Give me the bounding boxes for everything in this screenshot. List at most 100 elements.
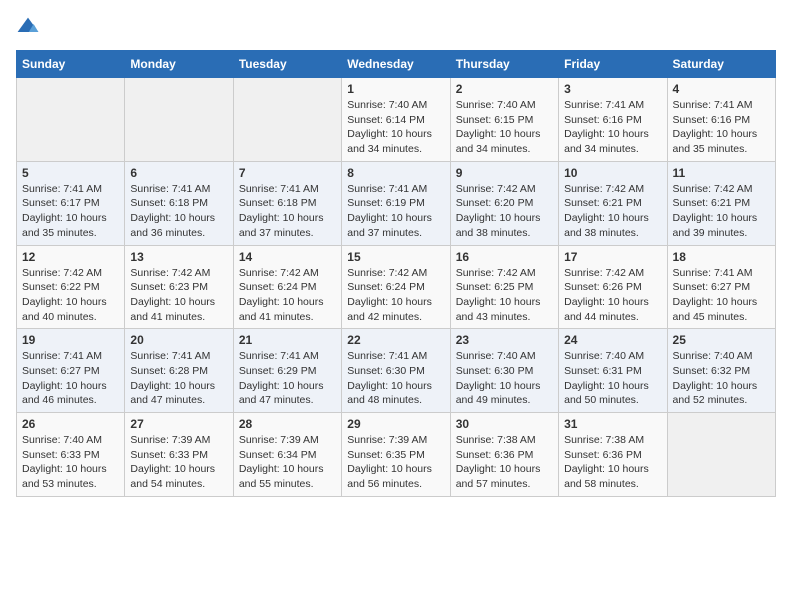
day-number: 3 — [564, 82, 661, 96]
day-info: Sunrise: 7:39 AM Sunset: 6:34 PM Dayligh… — [239, 433, 336, 492]
day-cell: 16Sunrise: 7:42 AM Sunset: 6:25 PM Dayli… — [450, 245, 558, 329]
day-cell: 1 Sunrise: 7:40 AM Sunset: 6:14 PM Daylig… — [342, 78, 450, 162]
day-info: Sunrise: 7:40 AM Sunset: 6:15 PM Dayligh… — [456, 98, 553, 157]
header-row: SundayMondayTuesdayWednesdayThursdayFrid… — [17, 51, 776, 78]
day-info: Sunrise: 7:41 AM Sunset: 6:18 PM Dayligh… — [239, 182, 336, 241]
day-info: Sunrise: 7:42 AM Sunset: 6:24 PM Dayligh… — [239, 266, 336, 325]
day-number: 12 — [22, 250, 119, 264]
day-number: 5 — [22, 166, 119, 180]
day-info: Sunrise: 7:42 AM Sunset: 6:26 PM Dayligh… — [564, 266, 661, 325]
col-header-thursday: Thursday — [450, 51, 558, 78]
day-cell: 13 Sunrise: 7:42 AM Sunset: 6:23 PM Dayli… — [125, 245, 233, 329]
week-row-1: 1 Sunrise: 7:40 AM Sunset: 6:14 PM Daylig… — [17, 78, 776, 162]
week-row-2: 5 Sunrise: 7:41 AM Sunset: 6:17 PM Daylig… — [17, 161, 776, 245]
day-cell: 10 Sunrise: 7:42 AM Sunset: 6:21 PM Dayli… — [559, 161, 667, 245]
day-info: Sunrise: 7:41 AM Sunset: 6:27 PM Dayligh… — [22, 349, 119, 408]
day-cell: 3 Sunrise: 7:41 AM Sunset: 6:16 PM Daylig… — [559, 78, 667, 162]
day-info: Sunrise: 7:41 AM Sunset: 6:19 PM Dayligh… — [347, 182, 444, 241]
day-number: 8 — [347, 166, 444, 180]
day-number: 14 — [239, 250, 336, 264]
day-number: 4 — [673, 82, 770, 96]
day-info: Sunrise: 7:40 AM Sunset: 6:32 PM Dayligh… — [673, 349, 770, 408]
day-number: 25 — [673, 333, 770, 347]
day-info: Sunrise: 7:42 AM Sunset: 6:21 PM Dayligh… — [564, 182, 661, 241]
week-row-4: 19 Sunrise: 7:41 AM Sunset: 6:27 PM Dayli… — [17, 329, 776, 413]
day-info: Sunrise: 7:42 AM Sunset: 6:23 PM Dayligh… — [130, 266, 227, 325]
day-info: Sunrise: 7:41 AM Sunset: 6:16 PM Dayligh… — [673, 98, 770, 157]
day-info: Sunrise: 7:40 AM Sunset: 6:31 PM Dayligh… — [564, 349, 661, 408]
day-info: Sunrise: 7:39 AM Sunset: 6:33 PM Dayligh… — [130, 433, 227, 492]
day-info: Sunrise: 7:41 AM Sunset: 6:29 PM Dayligh… — [239, 349, 336, 408]
day-cell: 31Sunrise: 7:38 AM Sunset: 6:36 PM Dayli… — [559, 413, 667, 497]
day-number: 31 — [564, 417, 661, 431]
day-cell: 6Sunrise: 7:41 AM Sunset: 6:18 PM Daylig… — [125, 161, 233, 245]
week-row-5: 26 Sunrise: 7:40 AM Sunset: 6:33 PM Dayli… — [17, 413, 776, 497]
col-header-saturday: Saturday — [667, 51, 775, 78]
day-number: 26 — [22, 417, 119, 431]
day-cell: 18Sunrise: 7:41 AM Sunset: 6:27 PM Dayli… — [667, 245, 775, 329]
day-info: Sunrise: 7:40 AM Sunset: 6:14 PM Dayligh… — [347, 98, 444, 157]
day-number: 27 — [130, 417, 227, 431]
day-cell: 8 Sunrise: 7:41 AM Sunset: 6:19 PM Daylig… — [342, 161, 450, 245]
day-cell: 11 Sunrise: 7:42 AM Sunset: 6:21 PM Dayli… — [667, 161, 775, 245]
day-cell: 14 Sunrise: 7:42 AM Sunset: 6:24 PM Dayli… — [233, 245, 341, 329]
day-number: 1 — [347, 82, 444, 96]
day-number: 28 — [239, 417, 336, 431]
day-number: 7 — [239, 166, 336, 180]
week-row-3: 12 Sunrise: 7:42 AM Sunset: 6:22 PM Dayli… — [17, 245, 776, 329]
day-number: 2 — [456, 82, 553, 96]
day-cell: 19 Sunrise: 7:41 AM Sunset: 6:27 PM Dayli… — [17, 329, 125, 413]
col-header-tuesday: Tuesday — [233, 51, 341, 78]
col-header-monday: Monday — [125, 51, 233, 78]
day-info: Sunrise: 7:41 AM Sunset: 6:17 PM Dayligh… — [22, 182, 119, 241]
day-cell: 26 Sunrise: 7:40 AM Sunset: 6:33 PM Dayli… — [17, 413, 125, 497]
day-number: 30 — [456, 417, 553, 431]
day-number: 13 — [130, 250, 227, 264]
day-cell — [667, 413, 775, 497]
day-cell: 15Sunrise: 7:42 AM Sunset: 6:24 PM Dayli… — [342, 245, 450, 329]
day-cell: 29Sunrise: 7:39 AM Sunset: 6:35 PM Dayli… — [342, 413, 450, 497]
day-cell — [17, 78, 125, 162]
day-info: Sunrise: 7:41 AM Sunset: 6:18 PM Dayligh… — [130, 182, 227, 241]
day-number: 22 — [347, 333, 444, 347]
day-info: Sunrise: 7:40 AM Sunset: 6:30 PM Dayligh… — [456, 349, 553, 408]
day-number: 11 — [673, 166, 770, 180]
col-header-wednesday: Wednesday — [342, 51, 450, 78]
day-number: 10 — [564, 166, 661, 180]
logo — [16, 16, 44, 40]
day-info: Sunrise: 7:42 AM Sunset: 6:20 PM Dayligh… — [456, 182, 553, 241]
day-cell: 5 Sunrise: 7:41 AM Sunset: 6:17 PM Daylig… — [17, 161, 125, 245]
day-number: 24 — [564, 333, 661, 347]
day-cell — [125, 78, 233, 162]
day-cell — [233, 78, 341, 162]
day-cell: 4 Sunrise: 7:41 AM Sunset: 6:16 PM Daylig… — [667, 78, 775, 162]
day-number: 16 — [456, 250, 553, 264]
day-cell: 22 Sunrise: 7:41 AM Sunset: 6:30 PM Dayli… — [342, 329, 450, 413]
day-number: 20 — [130, 333, 227, 347]
day-info: Sunrise: 7:42 AM Sunset: 6:24 PM Dayligh… — [347, 266, 444, 325]
day-cell: 25 Sunrise: 7:40 AM Sunset: 6:32 PM Dayli… — [667, 329, 775, 413]
col-header-friday: Friday — [559, 51, 667, 78]
day-info: Sunrise: 7:38 AM Sunset: 6:36 PM Dayligh… — [456, 433, 553, 492]
day-cell: 30 Sunrise: 7:38 AM Sunset: 6:36 PM Dayli… — [450, 413, 558, 497]
day-info: Sunrise: 7:42 AM Sunset: 6:21 PM Dayligh… — [673, 182, 770, 241]
day-cell: 28 Sunrise: 7:39 AM Sunset: 6:34 PM Dayli… — [233, 413, 341, 497]
day-number: 17 — [564, 250, 661, 264]
calendar-table: SundayMondayTuesdayWednesdayThursdayFrid… — [16, 50, 776, 497]
day-info: Sunrise: 7:42 AM Sunset: 6:22 PM Dayligh… — [22, 266, 119, 325]
day-info: Sunrise: 7:41 AM Sunset: 6:16 PM Dayligh… — [564, 98, 661, 157]
day-info: Sunrise: 7:41 AM Sunset: 6:30 PM Dayligh… — [347, 349, 444, 408]
logo-icon — [16, 16, 40, 40]
day-cell: 17 Sunrise: 7:42 AM Sunset: 6:26 PM Dayli… — [559, 245, 667, 329]
day-info: Sunrise: 7:41 AM Sunset: 6:27 PM Dayligh… — [673, 266, 770, 325]
day-cell: 21 Sunrise: 7:41 AM Sunset: 6:29 PM Dayli… — [233, 329, 341, 413]
day-cell: 9 Sunrise: 7:42 AM Sunset: 6:20 PM Daylig… — [450, 161, 558, 245]
day-cell: 27 Sunrise: 7:39 AM Sunset: 6:33 PM Dayli… — [125, 413, 233, 497]
day-number: 19 — [22, 333, 119, 347]
day-info: Sunrise: 7:40 AM Sunset: 6:33 PM Dayligh… — [22, 433, 119, 492]
day-number: 9 — [456, 166, 553, 180]
page-header — [16, 16, 776, 40]
day-cell: 24 Sunrise: 7:40 AM Sunset: 6:31 PM Dayli… — [559, 329, 667, 413]
col-header-sunday: Sunday — [17, 51, 125, 78]
day-number: 21 — [239, 333, 336, 347]
